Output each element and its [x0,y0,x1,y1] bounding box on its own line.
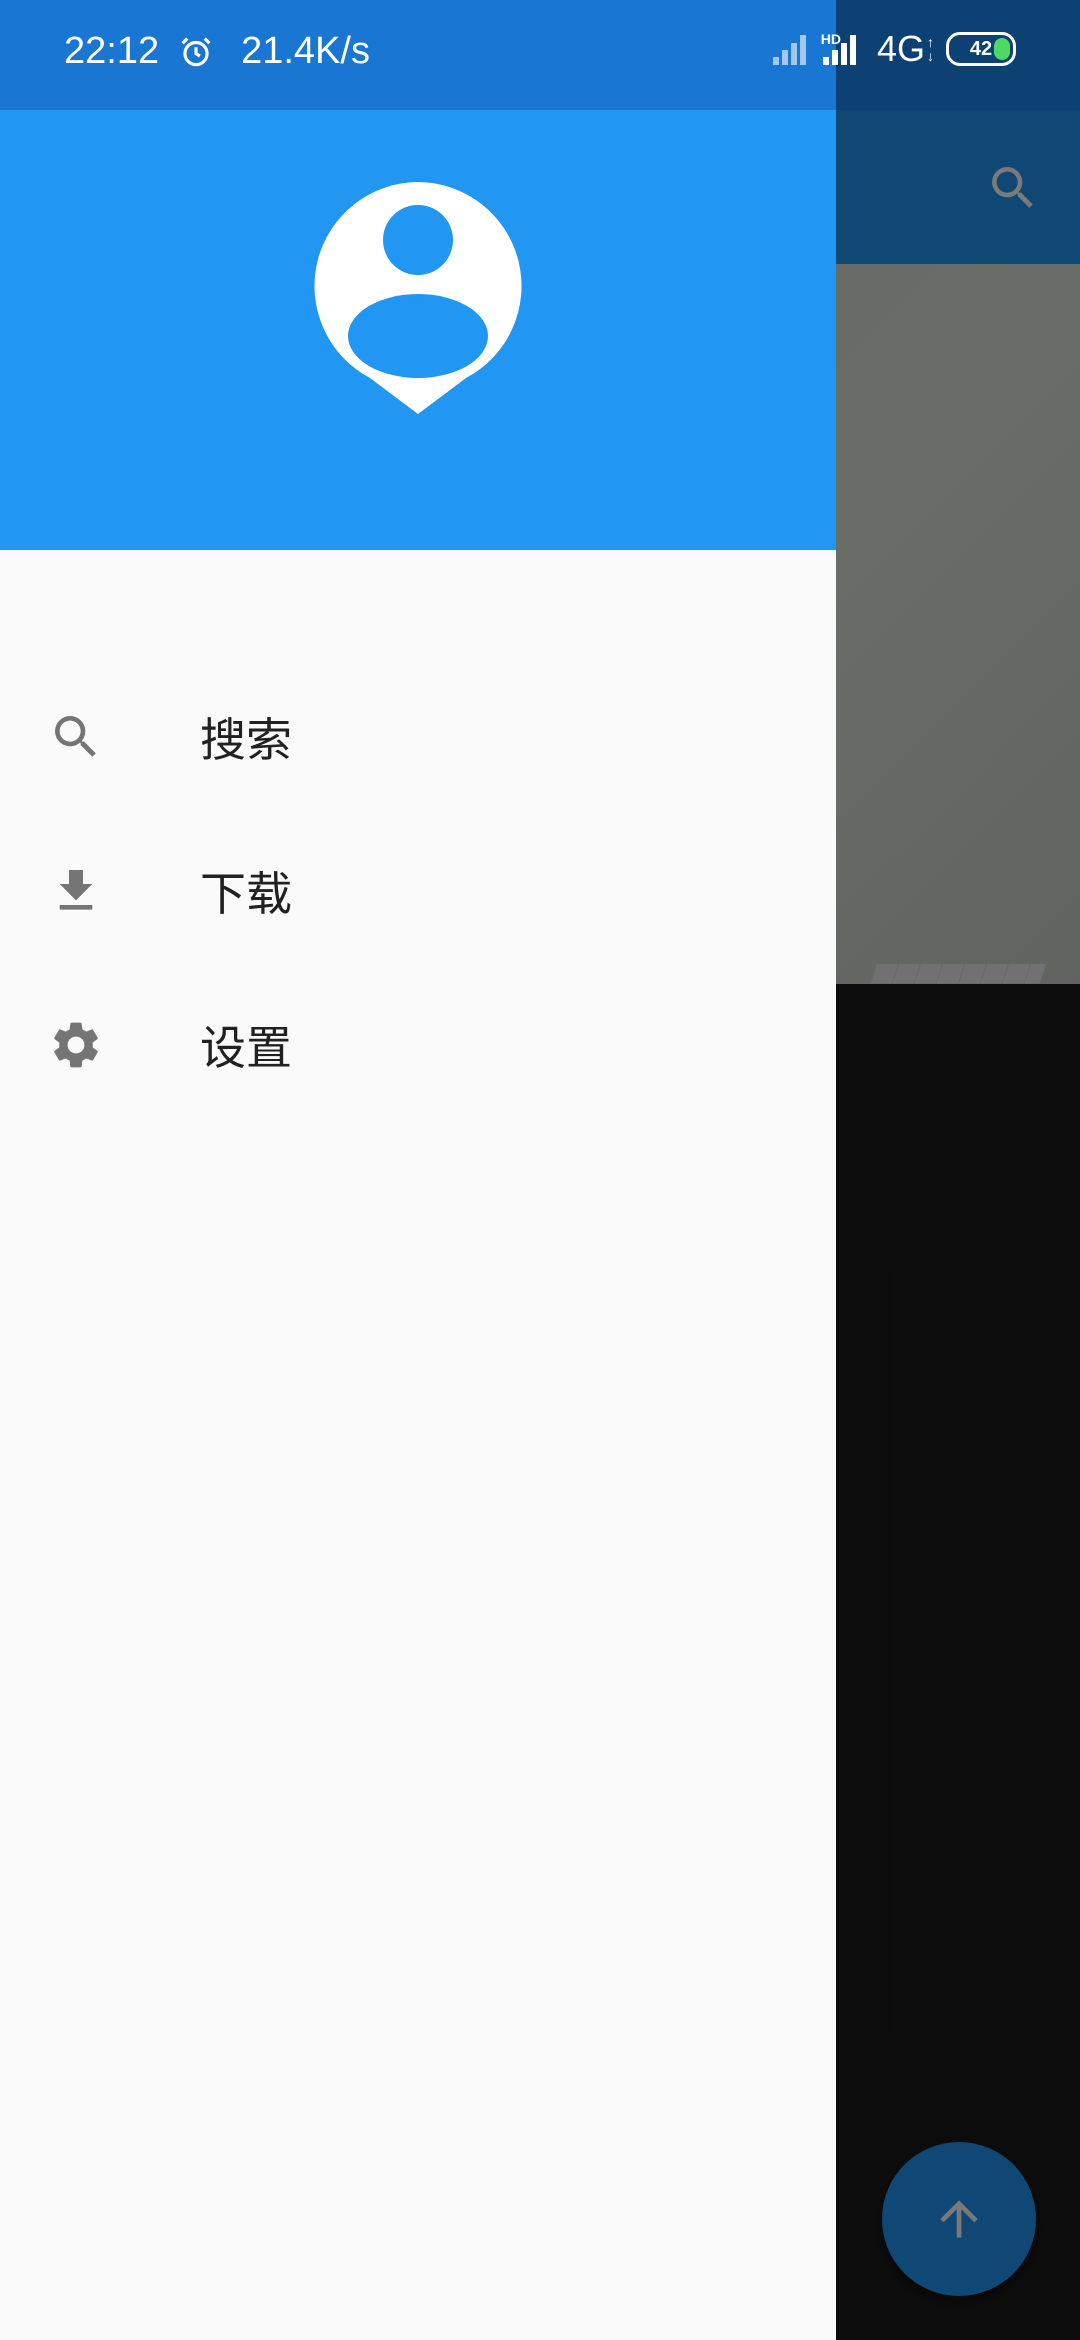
settings-gear-icon [54,1022,98,1068]
navigation-drawer: 搜索 下载 设置 [0,0,836,2340]
network-speed: 21.4K/s [241,30,370,72]
menu-item-label: 搜索 [200,713,292,767]
status-bar: 22:12 21.4K/s HD 4G ↑ ↓ 42 [0,0,1080,110]
battery-fill [994,38,1010,60]
menu-item-label: 设置 [200,1021,292,1075]
hd-badge: HD [820,31,841,47]
network-type: 4G [876,28,925,69]
status-time: 22:12 [64,30,160,72]
battery-level: 42 [969,37,993,60]
menu-item-search[interactable]: 搜索 [0,660,836,814]
download-icon [59,870,93,910]
drawer-header [0,110,836,550]
menu-item-label: 下载 [200,867,292,921]
signal-icon [772,35,806,65]
menu-item-settings[interactable]: 设置 [0,968,836,1122]
battery-icon: 42 [946,32,1016,66]
search-icon [55,716,96,757]
alarm-icon [181,36,211,66]
account-avatar-icon[interactable] [314,182,522,414]
menu-item-download[interactable]: 下载 [0,814,836,968]
data-activity-icon: ↑ ↓ [927,34,934,64]
drawer-menu: 搜索 下载 设置 [0,660,836,1122]
